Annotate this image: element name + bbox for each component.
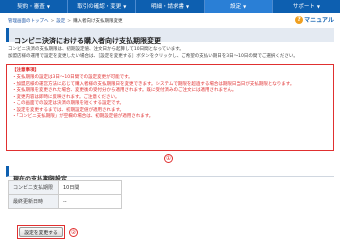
notice-box: 【注意事項】 ・支払期限の設定は3日〜10日間での設定変更が可能です。 ・加盟店… [6,64,334,151]
table-row: 最終更新日時 -- [8,194,122,209]
setting-value: -- [58,194,122,209]
notice-line: ・「コンビニ支払期限」が空欄の場合は、初期設定値が適用されます。 [12,114,154,119]
chevron-down-icon: ▼ [243,4,247,9]
tab-transactions[interactable]: 取引の確認・変更 ▼ [68,0,137,13]
manual-link[interactable]: ? マニュアル [295,15,334,24]
breadcrumb-current: 購入者向け支払期限変更 [73,19,123,24]
intro-text: コンビニ決済の支払期限は、初期設定値、注文日から起算して10日間となっています。… [8,46,334,60]
setting-key: 最終更新日時 [8,194,59,209]
breadcrumb: 管理画面のトップへ > 設定 > 購入者向け支払期限変更 [8,18,123,24]
tab-label: サポート [292,4,315,10]
intro-line: コンビニ決済の支払期限は、初期設定値、注文日から起算して10日間となっています。 [8,47,184,52]
tab-label: 契約・審査 [17,4,45,10]
chevron-down-icon: ▼ [123,4,127,9]
main-nav: 契約・審査 ▼ 取引の確認・変更 ▼ 明細・請求書 ▼ 設定 ▼ サポート ▼ [0,0,340,13]
annotation-marker-1: ① [164,154,173,163]
breadcrumb-link-top[interactable]: 管理画面のトップへ [8,19,49,24]
settings-table: コンビニ支払期限 10日間 最終更新日時 -- [8,180,122,209]
page-title: コンビニ決済における購入者向け支払期限変更 [14,37,161,45]
chevron-down-icon: ▼ [316,4,320,9]
change-settings-button[interactable]: 設定を変更する [19,227,63,237]
help-icon: ? [295,15,304,24]
breadcrumb-link-settings[interactable]: 設定 [56,19,65,24]
table-row: コンビニ支払期限 10日間 [8,180,122,195]
page-title-bar: コンビニ決済における購入者向け支払期限変更 [6,28,334,45]
current-settings-title: 現在の支払期限設定 [6,166,334,183]
chevron-down-icon: ▼ [185,4,190,9]
tab-label: 設定 [230,4,242,10]
setting-value: 10日間 [58,180,122,195]
tab-statements[interactable]: 明細・請求書 ▼ [136,0,205,13]
tab-label: 取引の確認・変更 [77,4,122,10]
tab-settings[interactable]: 設定 ▼ [204,0,273,13]
setting-key: コンビニ支払期限 [8,180,59,195]
tab-support[interactable]: サポート ▼ [273,0,340,13]
annotation-marker-2: ② [69,228,78,237]
chevron-down-icon: ▼ [46,4,50,9]
notice-heading: 【注意事項】 [12,68,39,73]
change-button-highlight: 設定を変更する [17,225,65,239]
tab-contract[interactable]: 契約・審査 ▼ [0,0,69,13]
breadcrumb-separator: > [67,19,72,24]
tab-label: 明細・請求書 [150,4,184,10]
intro-line: 加盟店様の運用で設定を変更したい場合は、［設定を変更する］ボタンをクリックし、ご… [8,54,298,59]
breadcrumb-separator: > [50,19,55,24]
manual-label: マニュアル [304,17,334,24]
